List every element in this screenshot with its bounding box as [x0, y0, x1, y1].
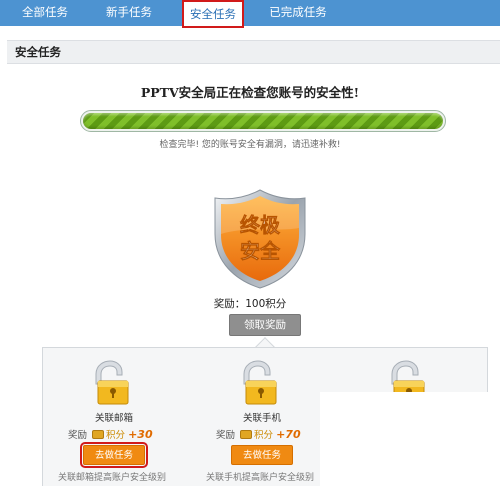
occluding-overlay: [320, 392, 500, 486]
points-value: +70: [276, 428, 301, 441]
points-label: 积分: [254, 430, 274, 441]
task-name-email: 关联邮箱: [94, 413, 133, 424]
lock-icon: [236, 360, 282, 406]
coin-icon: [92, 430, 105, 439]
coin-icon: [240, 430, 253, 439]
tab-completed-tasks[interactable]: 已完成任务: [262, 0, 334, 26]
points-value: +30: [128, 428, 153, 441]
lock-icon: [88, 360, 134, 406]
section-title: 安全任务: [7, 40, 500, 64]
task-desc-email: 关联邮箱提高账户安全级别: [58, 473, 167, 483]
shield-badge-line1: 终极: [240, 213, 281, 237]
reward-label: 奖励: [216, 430, 236, 441]
points-label: 积分: [106, 430, 126, 441]
tab-newbie-tasks[interactable]: 新手任务: [98, 0, 160, 26]
reward-text: 奖励：100积分: [213, 298, 287, 310]
scan-progress-bar: [80, 110, 446, 132]
do-task-button-phone[interactable]: 去做任务: [231, 445, 293, 465]
scan-title: PPTV安全局正在检查您账号的安全性!: [140, 85, 360, 100]
task-desc-phone: 关联手机提高账户安全级别: [206, 473, 315, 483]
shield-badge-line2: 安全: [240, 239, 281, 263]
task-name-phone: 关联手机: [242, 413, 281, 424]
scan-progress-fill: [83, 113, 443, 129]
tab-all-tasks[interactable]: 全部任务: [14, 0, 76, 26]
claim-reward-button[interactable]: 领取奖励: [229, 314, 301, 336]
reward-label: 奖励: [68, 430, 88, 441]
task-reward-phone: 奖励 积分 +70: [216, 427, 301, 441]
do-task-button-email[interactable]: 去做任务: [80, 442, 148, 468]
task-tab-bar: 全部任务 新手任务 安全任务 已完成任务: [0, 0, 500, 28]
scan-result-text: 检查完毕! 您的账号安全有漏洞，请迅速补救!: [159, 140, 341, 150]
task-reward-email: 奖励 积分 +30: [68, 427, 153, 441]
tab-security-tasks[interactable]: 安全任务: [182, 0, 244, 28]
shield-icon: 终极 安全: [213, 188, 307, 290]
